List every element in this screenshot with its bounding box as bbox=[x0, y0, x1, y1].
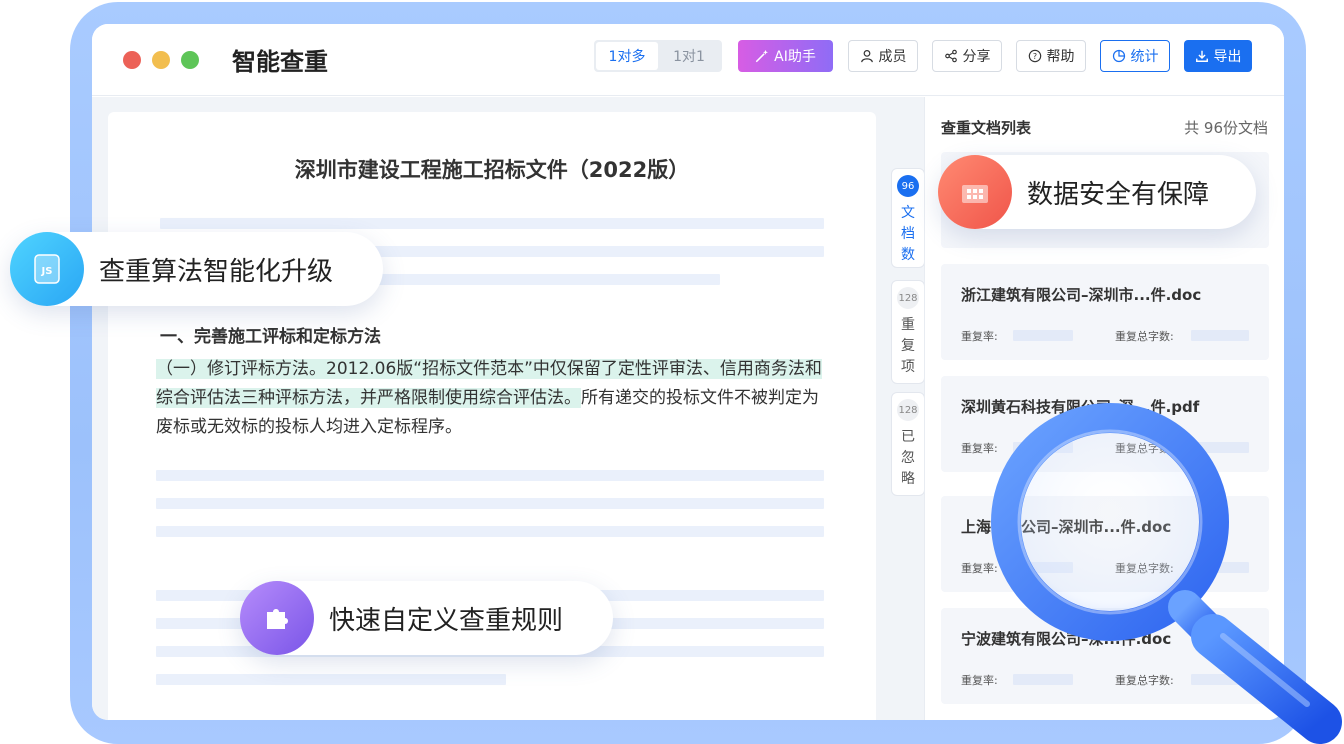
repeat-words-value bbox=[1191, 330, 1249, 341]
building-icon bbox=[938, 155, 1012, 229]
document-card[interactable]: 上海开天公司–深圳市...件.doc 重复率: 重复总字数: bbox=[941, 496, 1269, 592]
maximize-window-dot[interactable] bbox=[181, 51, 199, 69]
share-label: 分享 bbox=[962, 49, 991, 65]
export-button[interactable]: 导出 bbox=[1184, 40, 1252, 72]
count-badge: 128 bbox=[897, 399, 919, 421]
tab-label: 已忽略 bbox=[901, 429, 915, 487]
repeat-rate-label: 重复率: bbox=[961, 562, 998, 575]
title-bar: 智能查重 1对多 1对1 AI助手 成员 分享 ? 帮助 统计 导出 bbox=[92, 24, 1284, 96]
document-card[interactable]: 浙江建筑有限公司–深圳市...件.doc 重复率: 重复总字数: bbox=[941, 264, 1269, 360]
placeholder-text-line bbox=[160, 218, 824, 229]
feature-text: 查重算法智能化升级 bbox=[99, 256, 334, 287]
repeat-rate-label: 重复率: bbox=[961, 674, 998, 687]
tab-label: 文档数 bbox=[901, 205, 915, 263]
statistics-label: 统计 bbox=[1130, 49, 1159, 65]
mode-tab-one-to-one[interactable]: 1对1 bbox=[658, 42, 720, 70]
statistics-button[interactable]: 统计 bbox=[1100, 40, 1170, 72]
document-count: 共 96份文档 bbox=[1184, 119, 1268, 137]
repeat-rate-value bbox=[1013, 442, 1073, 453]
placeholder-text-line bbox=[156, 470, 824, 481]
repeat-words-label: 重复总字数: bbox=[1115, 562, 1174, 575]
mode-segmented-control: 1对多 1对1 bbox=[594, 40, 722, 72]
repeat-words-value bbox=[1191, 562, 1249, 573]
repeat-rate-label: 重复率: bbox=[961, 330, 998, 343]
magic-wand-icon bbox=[756, 49, 769, 63]
repeat-words-label: 重复总字数: bbox=[1115, 330, 1174, 343]
count-badge: 128 bbox=[897, 287, 919, 309]
help-label: 帮助 bbox=[1046, 49, 1075, 65]
feature-text: 快速自定义查重规则 bbox=[329, 605, 564, 636]
help-button[interactable]: ? 帮助 bbox=[1016, 40, 1086, 72]
repeat-rate-value bbox=[1013, 562, 1073, 573]
document-card[interactable]: 宁波建筑有限公司–深...件.doc 重复率: 重复总字数: bbox=[941, 608, 1269, 704]
document-name: 浙江建筑有限公司–深圳市...件.doc bbox=[961, 286, 1202, 304]
members-label: 成员 bbox=[878, 49, 907, 65]
placeholder-text-line bbox=[156, 526, 824, 537]
document-paragraph: （一）修订评标方法。2012.06版“招标文件范本”中仅保留了定性评审法、信用商… bbox=[156, 355, 832, 442]
mode-tab-one-to-many[interactable]: 1对多 bbox=[596, 42, 658, 70]
tab-document-count[interactable]: 96 文档数 bbox=[891, 168, 925, 268]
minimize-window-dot[interactable] bbox=[152, 51, 170, 69]
members-button[interactable]: 成员 bbox=[848, 40, 918, 72]
repeat-words-value bbox=[1191, 674, 1249, 685]
document-name: 上海开天公司–深圳市...件.doc bbox=[961, 518, 1172, 536]
repeat-words-value bbox=[1191, 442, 1249, 453]
js-file-icon: JS bbox=[10, 232, 84, 306]
tab-ignored[interactable]: 128 已忽略 bbox=[891, 392, 925, 496]
repeat-rate-value bbox=[1013, 330, 1073, 341]
placeholder-text-line bbox=[156, 674, 506, 685]
svg-text:JS: JS bbox=[41, 266, 53, 277]
tab-label: 重复项 bbox=[901, 317, 915, 375]
repeat-words-label: 重复总字数: bbox=[1115, 674, 1174, 687]
question-icon: ? bbox=[1028, 49, 1041, 63]
document-name: 宁波建筑有限公司–深...件.doc bbox=[961, 630, 1172, 648]
feature-pill-security: 数据安全有保障 bbox=[938, 155, 1256, 229]
repeat-rate-value bbox=[1013, 674, 1073, 685]
ai-assistant-label: AI助手 bbox=[774, 49, 816, 65]
share-icon bbox=[944, 49, 957, 63]
document-title: 深圳市建设工程施工招标文件（2022版） bbox=[294, 158, 690, 182]
placeholder-text-line bbox=[156, 498, 824, 509]
section-heading: 一、完善施工评标和定标方法 bbox=[160, 327, 381, 347]
document-card[interactable]: 深圳黄石科技有限公司–深...件.pdf 重复率: 重复总字数: bbox=[941, 376, 1269, 472]
download-icon bbox=[1195, 50, 1208, 62]
user-icon bbox=[860, 49, 873, 63]
document-name: 深圳黄石科技有限公司–深...件.pdf bbox=[961, 398, 1200, 416]
close-window-dot[interactable] bbox=[123, 51, 141, 69]
app-title: 智能查重 bbox=[232, 48, 328, 76]
feature-pill-algorithm: JS 查重算法智能化升级 bbox=[10, 232, 383, 306]
tab-duplicates[interactable]: 128 重复项 bbox=[891, 280, 925, 384]
pie-chart-icon bbox=[1112, 49, 1125, 63]
feature-text: 数据安全有保障 bbox=[1027, 179, 1210, 210]
share-button[interactable]: 分享 bbox=[932, 40, 1002, 72]
puzzle-icon bbox=[240, 581, 314, 655]
repeat-rate-label: 重复率: bbox=[961, 442, 998, 455]
feature-pill-custom-rules: 快速自定义查重规则 bbox=[240, 581, 613, 655]
export-label: 导出 bbox=[1213, 49, 1242, 65]
count-badge: 96 bbox=[897, 175, 919, 197]
ai-assistant-button[interactable]: AI助手 bbox=[738, 40, 833, 72]
svg-text:?: ? bbox=[1032, 52, 1036, 61]
panel-title: 查重文档列表 bbox=[941, 119, 1032, 137]
repeat-words-label: 重复总字数: bbox=[1115, 442, 1174, 455]
